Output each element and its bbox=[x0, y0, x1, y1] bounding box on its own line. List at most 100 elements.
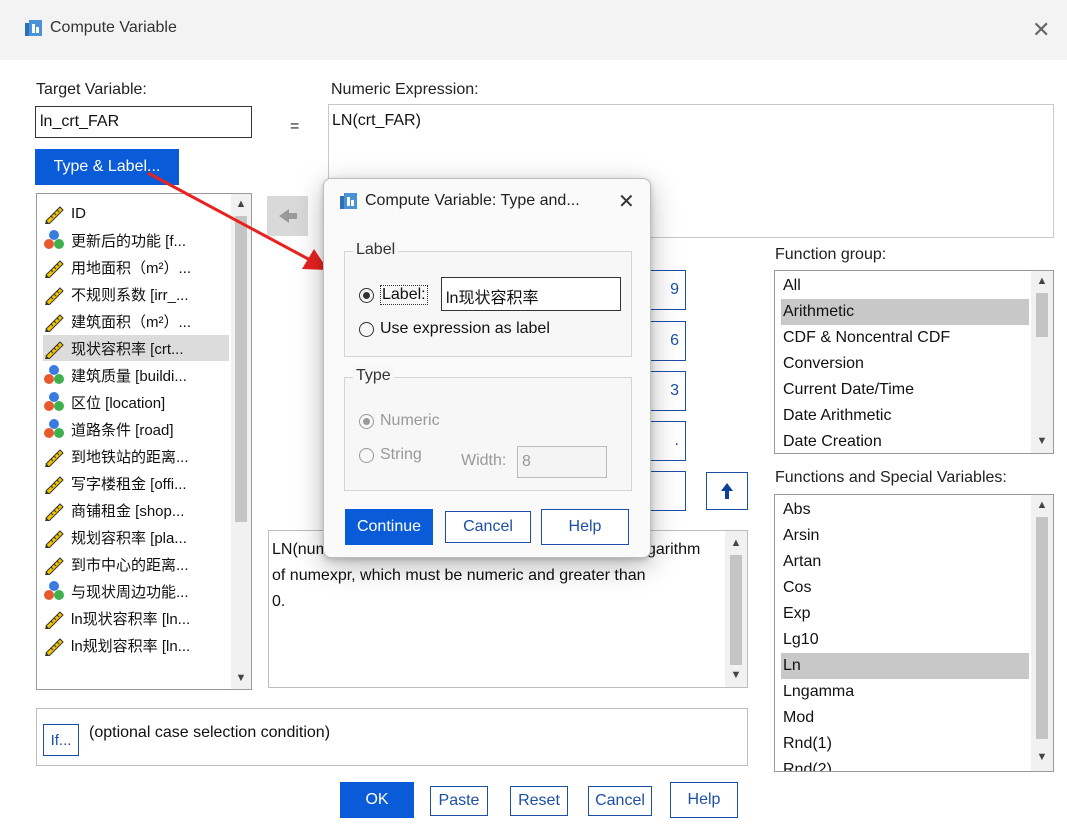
string-text: String bbox=[380, 446, 422, 463]
paste-button[interactable]: Paste bbox=[430, 786, 488, 816]
width-input[interactable]: 8 bbox=[517, 446, 607, 478]
variable-list-item[interactable]: 商铺租金 [shop... bbox=[43, 497, 229, 523]
function-item[interactable]: Exp bbox=[781, 601, 1029, 627]
functions-list[interactable]: Abs Arsin Artan Cos Exp Lg10 Ln Lngamma Mod Rnd(1… bbox=[774, 494, 1054, 772]
cancel-button[interactable]: Cancel bbox=[588, 786, 652, 816]
variable-name: 到地铁站的距离... bbox=[71, 448, 189, 466]
variable-name: ln规划容积率 [ln... bbox=[71, 637, 191, 655]
label-radio-option[interactable]: Label: bbox=[359, 285, 428, 305]
app-icon bbox=[25, 20, 42, 36]
subdialog-title: Compute Variable: Type and... bbox=[365, 192, 580, 209]
variable-list-item[interactable]: 建筑面积（m²）... bbox=[43, 308, 229, 334]
function-item[interactable]: Artan bbox=[781, 549, 1029, 575]
reset-button[interactable]: Reset bbox=[510, 786, 568, 816]
variable-list-item[interactable]: 建筑质量 [buildi... bbox=[43, 362, 229, 388]
numeric-radio[interactable] bbox=[359, 413, 374, 429]
variable-name: 与现状周边功能... bbox=[71, 583, 189, 601]
variable-name: 道路条件 [road] bbox=[71, 421, 174, 439]
scroll-down-icon[interactable]: ▼ bbox=[1034, 751, 1050, 763]
subdialog-close-icon[interactable]: ✕ bbox=[618, 189, 635, 214]
subdialog-help-button[interactable]: Help bbox=[541, 509, 629, 545]
scrollbar-thumb[interactable] bbox=[1036, 293, 1048, 337]
label-radio[interactable] bbox=[359, 287, 374, 303]
variable-name: 不规则系数 [irr_... bbox=[71, 286, 189, 304]
if-condition-box: If... (optional case selection condition… bbox=[36, 708, 748, 766]
function-group-list[interactable]: All Arithmetic CDF & Noncentral CDF Convers… bbox=[774, 270, 1054, 454]
function-item[interactable]: Rnd(1) bbox=[781, 731, 1029, 757]
function-item[interactable]: Mod bbox=[781, 705, 1029, 731]
arrow-up-icon bbox=[721, 483, 733, 499]
function-item[interactable]: Rnd(2) bbox=[781, 757, 1029, 771]
ok-button[interactable]: OK bbox=[340, 782, 414, 818]
function-group-item[interactable]: Date Creation bbox=[781, 429, 1029, 453]
scroll-down-icon[interactable]: ▼ bbox=[1034, 435, 1050, 447]
function-group-scrollbar[interactable]: ▲ ▼ bbox=[1031, 271, 1053, 453]
nominal-icon bbox=[44, 230, 64, 249]
insert-function-button[interactable] bbox=[706, 472, 748, 510]
subdialog-cancel-button[interactable]: Cancel bbox=[445, 511, 531, 543]
continue-button[interactable]: Continue bbox=[345, 509, 433, 545]
function-group-item[interactable]: Arithmetic bbox=[781, 299, 1029, 325]
variable-name: ln现状容积率 [ln... bbox=[71, 610, 191, 628]
variable-list-item[interactable]: 到地铁站的距离... bbox=[43, 443, 229, 469]
variable-list-item[interactable]: 规划容积率 [pla... bbox=[43, 524, 229, 550]
function-group-item[interactable]: Date Arithmetic bbox=[781, 403, 1029, 429]
type-label-dialog: Compute Variable: Type and... ✕ Label La… bbox=[323, 178, 651, 558]
functions-scrollbar[interactable]: ▲ ▼ bbox=[1031, 495, 1053, 771]
string-radio[interactable] bbox=[359, 447, 374, 463]
function-item[interactable]: Arsin bbox=[781, 523, 1029, 549]
function-item[interactable]: Ln bbox=[781, 653, 1029, 679]
target-variable-label: Target Variable: bbox=[36, 81, 147, 98]
variable-list-item[interactable]: 道路条件 [road] bbox=[43, 416, 229, 442]
use-expression-radio[interactable] bbox=[359, 321, 374, 337]
function-item[interactable]: Lngamma bbox=[781, 679, 1029, 705]
use-expression-radio-option[interactable]: Use expression as label bbox=[359, 320, 550, 338]
variable-list-item[interactable]: 写字楼租金 [offi... bbox=[43, 470, 229, 496]
description-line2: of numexpr, which must be numeric and gr… bbox=[272, 567, 646, 584]
scale-icon bbox=[45, 557, 64, 575]
scroll-down-icon[interactable]: ▼ bbox=[233, 672, 249, 684]
function-group-label: Function group: bbox=[775, 246, 887, 263]
label-input[interactable]: ln现状容积率 bbox=[441, 277, 621, 311]
scroll-up-icon[interactable]: ▲ bbox=[1034, 275, 1050, 287]
scale-icon bbox=[45, 341, 64, 359]
function-group-item[interactable]: Conversion bbox=[781, 351, 1029, 377]
scale-icon bbox=[45, 503, 64, 521]
variable-list-item[interactable]: 区位 [location] bbox=[43, 389, 229, 415]
function-item[interactable]: Lg10 bbox=[781, 627, 1029, 653]
function-item[interactable]: Cos bbox=[781, 575, 1029, 601]
variable-list-item[interactable]: 现状容积率 [crt... bbox=[43, 335, 229, 361]
if-condition-text: (optional case selection condition) bbox=[89, 724, 331, 741]
scale-icon bbox=[45, 638, 64, 656]
scrollbar-thumb[interactable] bbox=[730, 555, 742, 665]
scroll-down-icon[interactable]: ▼ bbox=[728, 669, 744, 681]
nominal-icon bbox=[44, 581, 64, 600]
use-expression-text: Use expression as label bbox=[380, 320, 550, 337]
function-group-item[interactable]: Current Date/Time bbox=[781, 377, 1029, 403]
function-group-item[interactable]: All bbox=[781, 273, 1029, 299]
variable-name: 商铺租金 [shop... bbox=[71, 502, 185, 520]
scroll-up-icon[interactable]: ▲ bbox=[728, 537, 744, 549]
target-variable-input[interactable]: ln_crt_FAR bbox=[35, 106, 252, 138]
variable-list-item[interactable]: ln现状容积率 [ln... bbox=[43, 605, 229, 631]
label-option-text: Label: bbox=[380, 285, 428, 305]
variable-name: ID bbox=[71, 204, 86, 222]
variable-list-item[interactable]: 到市中心的距离... bbox=[43, 551, 229, 577]
numeric-expression-label: Numeric Expression: bbox=[331, 81, 479, 98]
close-icon[interactable]: ✕ bbox=[1032, 17, 1050, 43]
help-button[interactable]: Help bbox=[670, 782, 738, 818]
scrollbar-thumb[interactable] bbox=[1036, 517, 1048, 739]
numeric-radio-option[interactable]: Numeric bbox=[359, 412, 440, 430]
function-group-item[interactable]: CDF & Noncentral CDF bbox=[781, 325, 1029, 351]
variable-list-item[interactable]: 与现状周边功能... bbox=[43, 578, 229, 604]
variable-list-item[interactable]: ln规划容积率 [ln... bbox=[43, 632, 229, 658]
function-item[interactable]: Abs bbox=[781, 497, 1029, 523]
description-scrollbar[interactable]: ▲ ▼ bbox=[725, 531, 747, 687]
scale-icon bbox=[45, 260, 64, 278]
nominal-icon bbox=[44, 392, 64, 411]
scale-icon bbox=[45, 206, 64, 224]
if-button[interactable]: If... bbox=[43, 724, 79, 756]
string-radio-option[interactable]: String bbox=[359, 446, 422, 464]
numeric-expression-text: LN(crt_FAR) bbox=[332, 112, 421, 129]
scroll-up-icon[interactable]: ▲ bbox=[1034, 499, 1050, 511]
